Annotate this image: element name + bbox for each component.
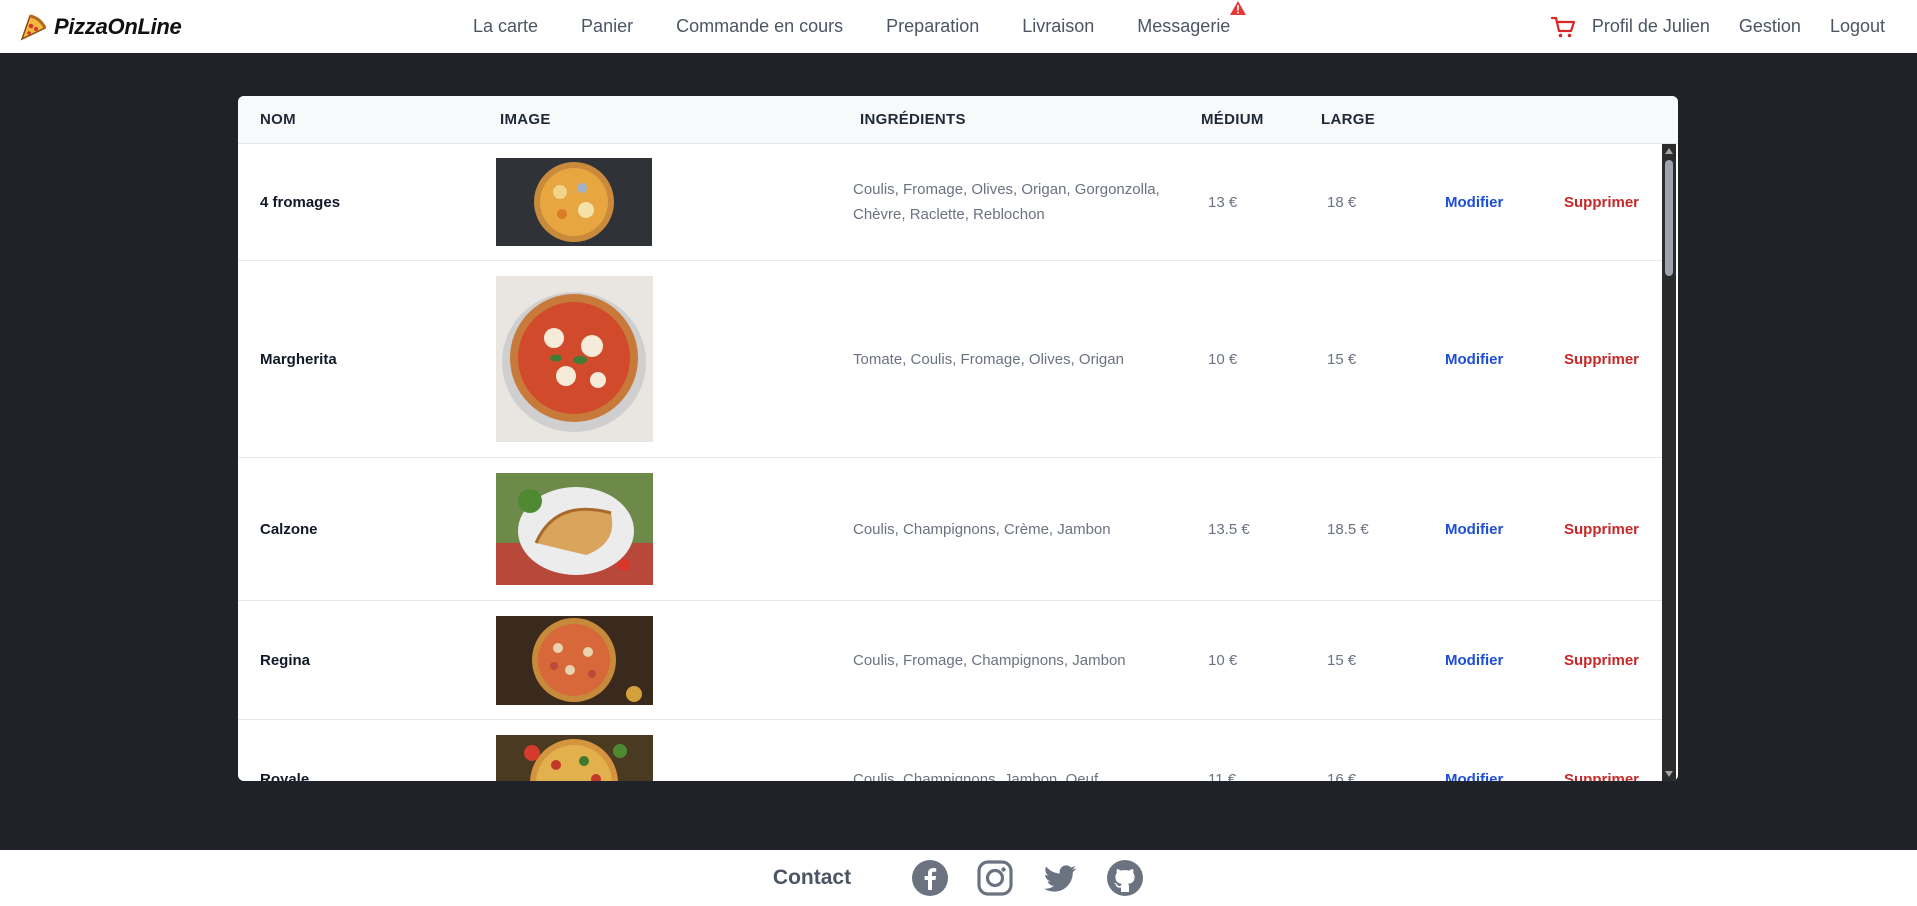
price-large: 15 €: [1327, 651, 1357, 669]
table-header: NOM IMAGE INGRÉDIENTS MÉDIUM LARGE: [238, 96, 1678, 144]
pizza-image-cell: [496, 720, 653, 781]
nav-livraison[interactable]: Livraison: [1022, 16, 1094, 37]
delete-button[interactable]: Supprimer: [1564, 144, 1639, 260]
scroll-up-arrow-icon[interactable]: [1665, 148, 1673, 154]
header-large: LARGE: [1321, 111, 1375, 128]
pizza-ingredients: Coulis, Champignons, Crème, Jambon: [853, 520, 1111, 538]
scrollbar-thumb[interactable]: [1665, 160, 1673, 276]
warning-icon: [1230, 1, 1247, 15]
pizza-image: [496, 615, 653, 705]
price-large: 18.5 €: [1327, 520, 1369, 538]
footer: Contact: [0, 850, 1917, 906]
pizza-ingredients: Coulis, Fromage, Olives, Origan, Gorgonz…: [853, 181, 1160, 223]
nav-panier[interactable]: Panier: [581, 16, 633, 37]
contact-label: Contact: [772, 866, 852, 889]
main-nav: La carte Panier Commande en cours Prepar…: [473, 0, 1247, 53]
pizza-name: Calzone: [260, 520, 318, 538]
nav-preparation[interactable]: Preparation: [886, 16, 979, 37]
delete-button[interactable]: Supprimer: [1564, 261, 1639, 457]
table-row: Calzone Coulis, Champignons, Crème, Jamb…: [238, 458, 1662, 601]
nav-logout[interactable]: Logout: [1830, 16, 1885, 37]
brand-logo[interactable]: PizzaOnLine: [18, 0, 182, 53]
pizza-image-cell: [496, 458, 653, 600]
modify-button[interactable]: Modifier: [1445, 458, 1503, 600]
header-image: IMAGE: [500, 111, 551, 128]
header-medium: MÉDIUM: [1201, 111, 1264, 128]
pizza-image: [496, 158, 652, 246]
pizza-name: Margherita: [260, 350, 337, 368]
delete-button[interactable]: Supprimer: [1564, 601, 1639, 719]
price-medium: 10 €: [1208, 350, 1238, 368]
price-medium: 13.5 €: [1208, 520, 1250, 538]
price-medium: 13 €: [1208, 193, 1238, 211]
nav-messagerie[interactable]: Messagerie: [1137, 1, 1247, 37]
pizza-name: Regina: [260, 651, 311, 669]
pizza-image-cell: [496, 601, 653, 719]
modify-button[interactable]: Modifier: [1445, 261, 1503, 457]
pizza-image: [496, 473, 653, 585]
pizza-ingredients: Coulis, Champignons, Jambon, Oeuf: [853, 770, 1099, 782]
delete-button[interactable]: Supprimer: [1564, 720, 1639, 782]
cart-icon: [1550, 16, 1575, 37]
price-large: 15 €: [1327, 350, 1357, 368]
header-ingredients: INGRÉDIENTS: [860, 111, 966, 128]
nav-profile[interactable]: Profil de Julien: [1592, 16, 1710, 37]
pizza-ingredients: Tomate, Coulis, Fromage, Olives, Origan: [853, 350, 1124, 368]
header-nom: NOM: [260, 111, 296, 128]
twitter-icon[interactable]: [1041, 859, 1079, 897]
nav-la-carte[interactable]: La carte: [473, 16, 538, 37]
table-row: Margherita Tomate, Coulis, Fromage, Oliv…: [238, 261, 1662, 458]
pizza-image-cell: [496, 261, 653, 457]
pizza-table-card: NOM IMAGE INGRÉDIENTS MÉDIUM LARGE 4 fro…: [238, 96, 1678, 781]
brand-name: PizzaOnLine: [54, 13, 182, 39]
pizza-image: [496, 276, 653, 442]
pizza-name: Royale: [260, 770, 310, 782]
instagram-icon[interactable]: [976, 859, 1014, 897]
nav-messagerie-label: Messagerie: [1137, 16, 1231, 36]
nav-commande-en-cours[interactable]: Commande en cours: [676, 16, 843, 37]
price-large: 16 €: [1327, 770, 1357, 782]
nav-gestion[interactable]: Gestion: [1739, 16, 1801, 37]
price-medium: 10 €: [1208, 651, 1238, 669]
pizza-name: 4 fromages: [260, 193, 341, 211]
pizza-image: [496, 734, 653, 781]
pizza-slice-icon: [20, 14, 47, 40]
table-scrollbar[interactable]: [1662, 144, 1676, 781]
scroll-down-arrow-icon[interactable]: [1665, 771, 1673, 777]
table-body[interactable]: 4 fromages Coulis, Fromage, Olives, Orig…: [238, 144, 1662, 781]
pizza-image-cell: [496, 144, 652, 260]
facebook-icon[interactable]: [911, 859, 949, 897]
user-nav: Profil de Julien Gestion Logout: [1550, 0, 1885, 53]
navbar: PizzaOnLine La carte Panier Commande en …: [0, 0, 1917, 53]
delete-button[interactable]: Supprimer: [1564, 458, 1639, 600]
modify-button[interactable]: Modifier: [1445, 144, 1503, 260]
cart-button[interactable]: [1550, 14, 1576, 40]
table-row: Regina Coulis, Fromage, Champignons, Jam…: [238, 601, 1662, 720]
price-medium: 11 €: [1208, 770, 1237, 782]
modify-button[interactable]: Modifier: [1445, 720, 1503, 782]
price-large: 18 €: [1327, 193, 1357, 211]
modify-button[interactable]: Modifier: [1445, 601, 1503, 719]
github-icon[interactable]: [1106, 859, 1144, 897]
table-row: 4 fromages Coulis, Fromage, Olives, Orig…: [238, 144, 1662, 261]
pizza-ingredients: Coulis, Fromage, Champignons, Jambon: [853, 651, 1126, 669]
table-row: Royale Coulis, Champignons, Jambon, Oeuf…: [238, 720, 1662, 781]
